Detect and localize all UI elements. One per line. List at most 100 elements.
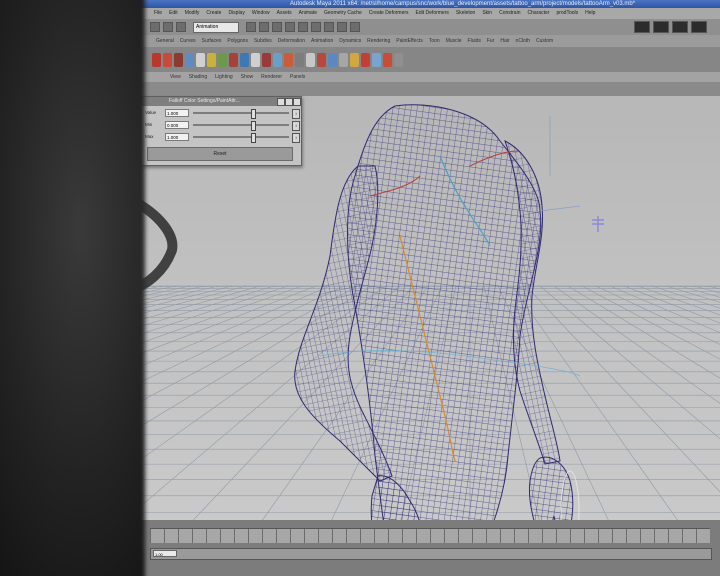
shelf-tool-icon[interactable] [306,52,315,67]
value-field[interactable]: 1.000 [165,109,189,117]
history-icon[interactable] [324,22,334,32]
shelf-tab-surfaces[interactable]: Surfaces [202,35,222,47]
menu-prodtools[interactable]: prodTools [556,8,578,19]
select-object-icon[interactable] [259,22,269,32]
shelf-tool-icon[interactable] [317,52,326,67]
select-component-icon[interactable] [272,22,282,32]
spinner-icon[interactable]: ↕ [292,109,300,119]
attribute-editor-toggle[interactable] [672,21,688,33]
shelf-tab-fluids[interactable]: Fluids [468,35,481,47]
shelf-tool-icon[interactable] [207,52,216,67]
time-slider[interactable]: 1.00 [140,520,720,576]
spinner-icon[interactable]: ↕ [292,133,300,143]
input-line-toggle[interactable] [634,21,650,33]
snap-grid-icon[interactable] [285,22,295,32]
shelf-tab-muscle[interactable]: Muscle [446,35,462,47]
shelf-tool-icon[interactable] [196,52,205,67]
ipr-render-icon[interactable] [350,22,360,32]
shelf-tool-icon[interactable] [174,52,183,67]
menu-modify[interactable]: Modify [185,8,200,19]
shelf-tab-fur[interactable]: Fur [487,35,495,47]
menu-file[interactable]: File [154,8,162,19]
tool-settings-toggle[interactable] [691,21,707,33]
shelf-tool-icon[interactable] [383,52,392,67]
panel-menu-show[interactable]: Show [241,72,254,82]
shelf-tab-dynamics[interactable]: Dynamics [339,35,361,47]
new-scene-icon[interactable] [150,22,160,32]
shelf-tool-icon[interactable] [295,52,304,67]
menu-create[interactable]: Create [206,8,221,19]
shelf-tab-subdivs[interactable]: Subdivs [254,35,272,47]
shelf-tab-deformation[interactable]: Deformation [278,35,305,47]
slider-knob[interactable] [250,133,256,143]
panel-menu-shading[interactable]: Shading [189,72,207,82]
shelf-tab-polygons[interactable]: Polygons [227,35,248,47]
menu-set-select[interactable]: Animation [193,21,239,33]
menu-edit-deformers[interactable]: Edit Deformers [416,8,449,19]
shelf-tool-icon[interactable] [394,52,403,67]
save-scene-icon[interactable] [176,22,186,32]
minimize-icon[interactable] [277,98,285,106]
shelf-tool-icon[interactable] [240,52,249,67]
menu-edit[interactable]: Edit [169,8,178,19]
spinner-icon[interactable]: ↕ [292,121,300,131]
shelf-tool-icon[interactable] [339,52,348,67]
shelf-tool-icon[interactable] [218,52,227,67]
shelf-tab-curves[interactable]: Curves [180,35,196,47]
shelf-tool-icon[interactable] [350,52,359,67]
menu-character[interactable]: Character [527,8,549,19]
shelf-tab-toon[interactable]: Toon [429,35,440,47]
menu-animate[interactable]: Animate [299,8,317,19]
range-slider[interactable]: 1.00 [150,548,712,560]
slider-knob[interactable] [250,121,256,131]
timeline-ticks[interactable] [150,528,710,543]
menu-help[interactable]: Help [585,8,595,19]
close-icon[interactable] [293,98,301,106]
menu-display[interactable]: Display [228,8,244,19]
value-field[interactable]: 1.000 [165,133,189,141]
range-start-field[interactable]: 1.00 [153,550,177,557]
shelf-tab-rendering[interactable]: Rendering [367,35,390,47]
shelf-tool-icon[interactable] [185,52,194,67]
select-hierarchy-icon[interactable] [246,22,256,32]
shelf-tool-icon[interactable] [284,52,293,67]
shelf-tool-icon[interactable] [372,52,381,67]
render-icon[interactable] [337,22,347,32]
shelf-tab-animation[interactable]: Animation [311,35,333,47]
perspective-viewport[interactable] [140,96,720,566]
snap-point-icon[interactable] [311,22,321,32]
shelf-tool-icon[interactable] [229,52,238,67]
menu-constrain[interactable]: Constrain [499,8,520,19]
menu-create-deformers[interactable]: Create Deformers [369,8,409,19]
shelf-tab-general[interactable]: General [156,35,174,47]
shelf-tool-icon[interactable] [273,52,282,67]
shelf-tool-icon[interactable] [152,52,161,67]
panel-menu-view[interactable]: View [170,72,181,82]
value-slider[interactable] [193,136,289,138]
reset-button[interactable]: Reset [147,147,293,161]
shelf-tool-icon[interactable] [251,52,260,67]
value-slider[interactable] [193,124,289,126]
panel-menu-lighting[interactable]: Lighting [215,72,233,82]
value-slider[interactable] [193,112,289,114]
maximize-icon[interactable] [285,98,293,106]
channel-box-toggle[interactable] [653,21,669,33]
menu-assets[interactable]: Assets [277,8,292,19]
shelf-tool-icon[interactable] [262,52,271,67]
panel-menu-panels[interactable]: Panels [290,72,305,82]
panel-menu-renderer[interactable]: Renderer [261,72,282,82]
menu-skin[interactable]: Skin [482,8,492,19]
shelf-tab-hair[interactable]: Hair [500,35,509,47]
move-manipulator-icon[interactable] [140,96,720,566]
shelf-tab-painteffects[interactable]: PaintEffects [396,35,423,47]
value-field[interactable]: 0.000 [165,121,189,129]
shelf-tool-icon[interactable] [163,52,172,67]
shelf-tool-icon[interactable] [328,52,337,67]
shelf-tab-ncloth[interactable]: nCloth [516,35,530,47]
menu-geometry-cache[interactable]: Geometry Cache [324,8,362,19]
menu-skeleton[interactable]: Skeleton [456,8,475,19]
menu-window[interactable]: Window [252,8,270,19]
shelf-tab-custom[interactable]: Custom [536,35,553,47]
snap-curve-icon[interactable] [298,22,308,32]
open-scene-icon[interactable] [163,22,173,32]
